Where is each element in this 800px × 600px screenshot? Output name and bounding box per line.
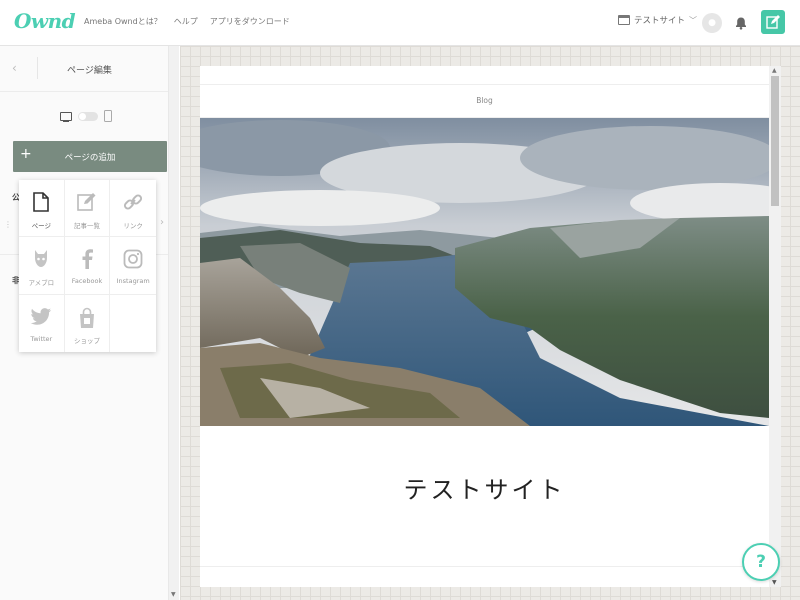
scroll-down-arrow-icon[interactable]: ▼ bbox=[772, 579, 777, 586]
scrollbar-thumb[interactable] bbox=[771, 76, 779, 206]
menu-item-link[interactable]: リンク bbox=[110, 180, 156, 238]
preview-site-title[interactable]: テストサイト bbox=[200, 470, 769, 505]
preview-nav-blog[interactable]: Blog bbox=[200, 96, 769, 105]
site-selector-label: テストサイト bbox=[634, 16, 686, 26]
instagram-icon bbox=[123, 249, 143, 269]
menu-item-label: リンク bbox=[123, 222, 143, 230]
link-icon bbox=[124, 194, 143, 210]
bell-icon[interactable] bbox=[734, 16, 748, 30]
menu-item-twitter[interactable]: Twitter bbox=[19, 294, 65, 352]
site-selector[interactable]: テストサイト ﹀ bbox=[618, 14, 697, 26]
add-page-label: ページの追加 bbox=[64, 153, 116, 163]
nav-link-download-app[interactable]: アプリをダウンロード bbox=[210, 16, 290, 27]
article-list-icon bbox=[77, 193, 96, 211]
menu-item-instagram[interactable]: Instagram bbox=[110, 237, 156, 295]
menu-item-label: アメブロ bbox=[28, 279, 55, 288]
back-chevron-icon[interactable]: ‹ bbox=[12, 61, 17, 75]
page-icon bbox=[33, 192, 50, 212]
avatar[interactable]: ● bbox=[702, 13, 722, 33]
menu-item-label: Instagram bbox=[116, 277, 150, 286]
preview-divider bbox=[200, 566, 769, 567]
menu-item-article-list[interactable]: 記事一覧 bbox=[64, 180, 111, 238]
menu-item-page[interactable]: ページ bbox=[19, 180, 65, 238]
preview-nav: Blog bbox=[200, 84, 769, 118]
panel-title: ページ編集 bbox=[67, 66, 112, 76]
site-preview[interactable]: Blog テストサイト bbox=[200, 66, 781, 587]
menu-item-ameblo[interactable]: アメブロ bbox=[19, 237, 65, 295]
nav-link-about[interactable]: Ameba Owndとは？ bbox=[84, 16, 162, 27]
drag-handle-icon[interactable]: ⋮ bbox=[4, 220, 12, 229]
window-icon bbox=[618, 15, 630, 25]
chevron-down-icon: ﹀ bbox=[689, 15, 698, 25]
facebook-icon bbox=[82, 249, 93, 270]
menu-item-label: ショップ bbox=[73, 336, 100, 345]
preview-scrollbar[interactable]: ▲ ▼ bbox=[769, 66, 781, 587]
hero-image-fjord[interactable] bbox=[200, 118, 769, 426]
header-divider bbox=[37, 57, 38, 79]
menu-item-label: Facebook bbox=[71, 277, 103, 286]
menu-item-shop[interactable]: ショップ bbox=[65, 294, 111, 352]
chevron-right-icon[interactable]: › bbox=[160, 217, 164, 228]
add-page-menu: ページ 記事一覧 リンク アメブロ Facebook Instagram Twi… bbox=[19, 180, 156, 352]
twitter-icon bbox=[30, 307, 52, 325]
new-post-button[interactable] bbox=[761, 10, 785, 34]
scroll-down-arrow-icon[interactable]: ▼ bbox=[171, 591, 176, 598]
menu-item-label: ページ bbox=[31, 222, 52, 230]
mobile-icon[interactable] bbox=[104, 110, 112, 122]
ownd-logo[interactable]: Ownd bbox=[14, 9, 76, 33]
menu-item-label: Twitter bbox=[30, 334, 53, 343]
help-button[interactable]: ? bbox=[742, 543, 780, 581]
scroll-up-arrow-icon[interactable]: ▲ bbox=[772, 67, 777, 74]
top-nav: Ameba Owndとは？ ヘルプ アプリをダウンロード bbox=[84, 16, 290, 27]
ameblo-icon bbox=[35, 250, 48, 268]
panel-header: ‹ ページ編集 bbox=[0, 46, 168, 92]
edit-icon bbox=[766, 15, 780, 29]
shop-icon bbox=[79, 307, 94, 328]
menu-item-label: 記事一覧 bbox=[73, 222, 100, 230]
panel-scrollbar[interactable]: ▼ bbox=[168, 46, 179, 600]
add-page-button[interactable]: + ページの追加 bbox=[13, 141, 167, 172]
device-toggle bbox=[60, 110, 112, 122]
top-bar: Ownd Ameba Owndとは？ ヘルプ アプリをダウンロード テストサイト… bbox=[0, 0, 800, 46]
empty-cell bbox=[110, 295, 156, 352]
desktop-icon[interactable] bbox=[60, 111, 72, 122]
nav-link-help[interactable]: ヘルプ bbox=[174, 16, 198, 27]
device-switch[interactable] bbox=[78, 111, 98, 121]
menu-item-facebook[interactable]: Facebook bbox=[64, 237, 111, 295]
